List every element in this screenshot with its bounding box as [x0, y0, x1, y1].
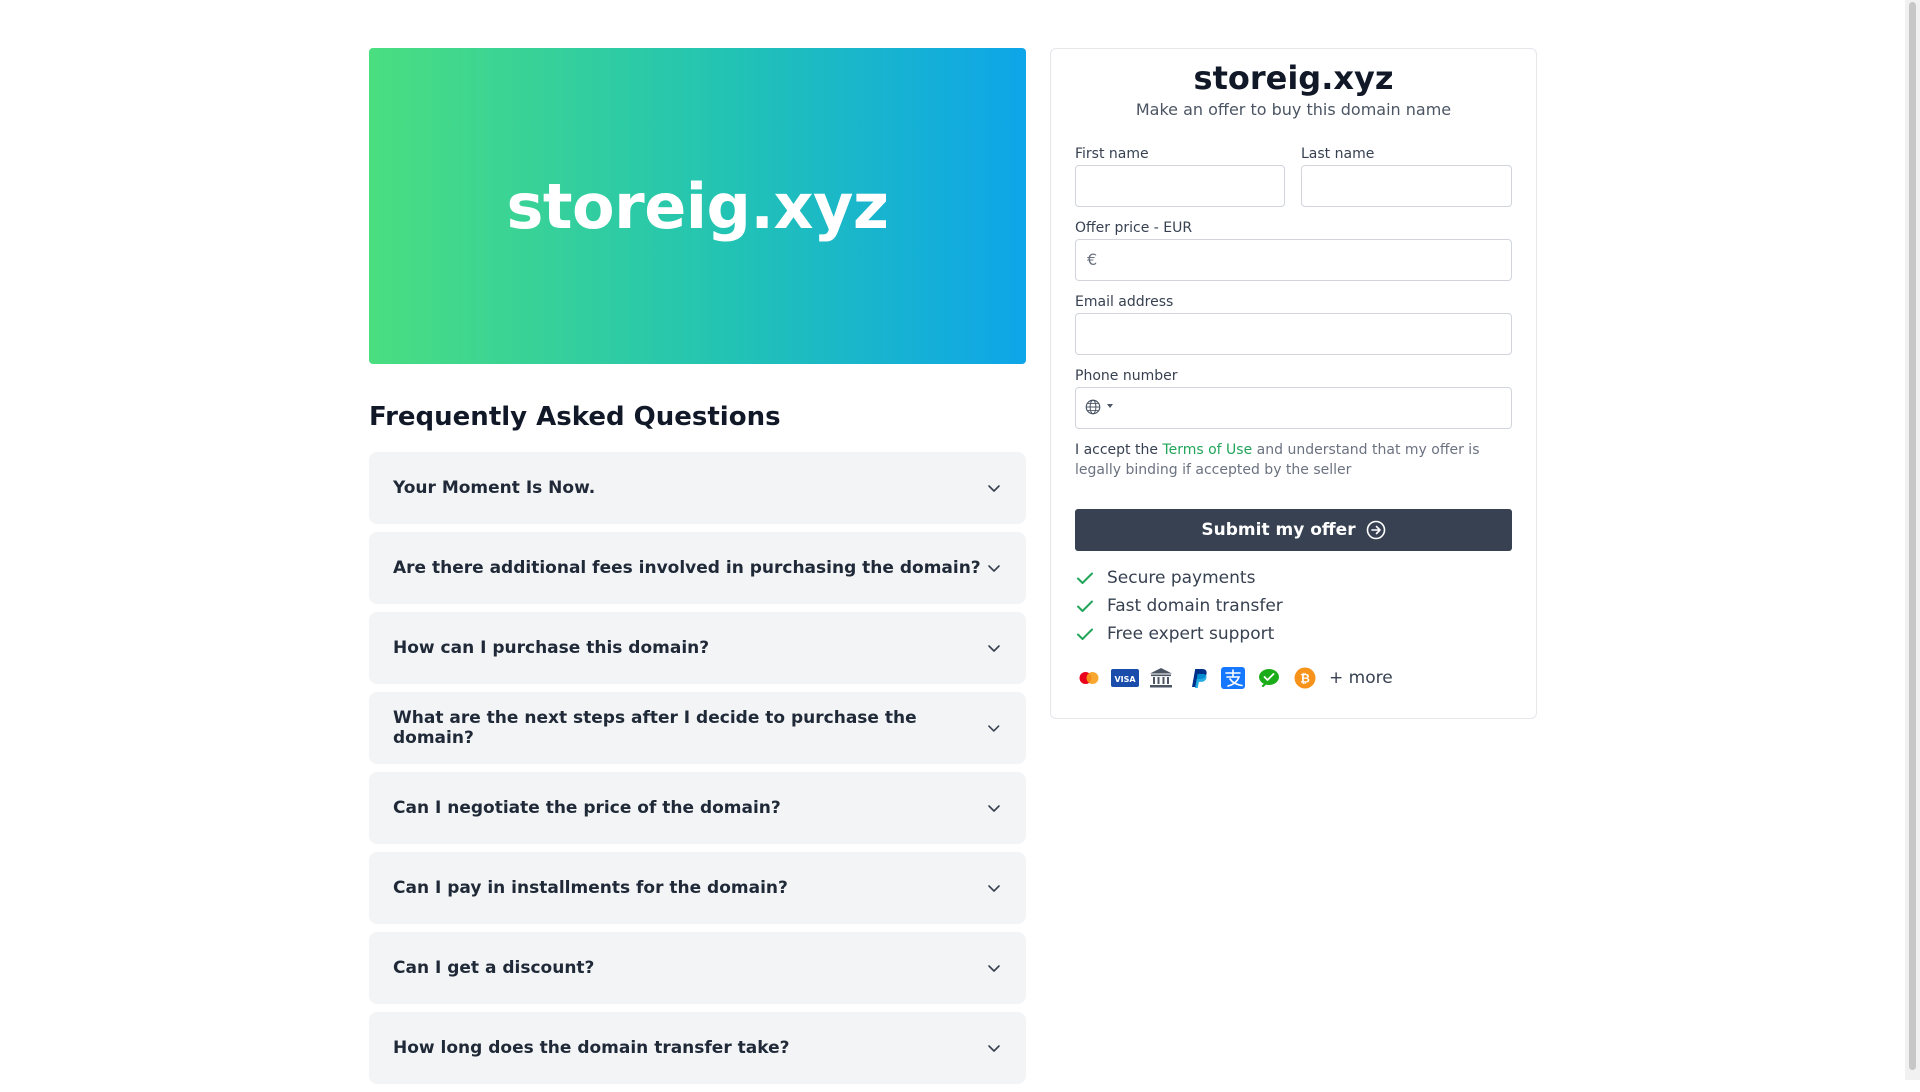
submit-offer-button[interactable]: Submit my offer	[1075, 509, 1512, 551]
svg-text:VISA: VISA	[1114, 675, 1136, 684]
phone-label: Phone number	[1075, 368, 1178, 384]
feature-item: Secure payments	[1075, 568, 1255, 588]
faq-item[interactable]: Can I pay in installments for the domain…	[369, 852, 1026, 924]
chevron-down-icon	[988, 1045, 1000, 1052]
faq-heading: Frequently Asked Questions	[369, 402, 781, 432]
bitcoin-icon: ₿	[1294, 667, 1316, 689]
more-payment-methods-link[interactable]: + more	[1329, 668, 1393, 688]
first-name-label: First name	[1075, 146, 1149, 162]
faq-list: Your Moment Is Now. Are there additional…	[369, 452, 1026, 1092]
terms-of-use-link[interactable]: Terms of Use	[1162, 442, 1252, 458]
feature-item: Fast domain transfer	[1075, 596, 1283, 616]
faq-question: How can I purchase this domain?	[393, 638, 710, 658]
visa-icon: VISA	[1111, 669, 1139, 687]
faq-item[interactable]: How long does the domain transfer take?	[369, 1012, 1026, 1084]
faq-item[interactable]: Your Moment Is Now.	[369, 452, 1026, 524]
wechat-pay-icon	[1259, 669, 1279, 688]
svg-text:₿: ₿	[1300, 672, 1310, 686]
feature-label: Fast domain transfer	[1107, 596, 1283, 616]
email-label: Email address	[1075, 294, 1174, 310]
faq-item[interactable]: What are the next steps after I decide t…	[369, 692, 1026, 764]
chevron-down-icon	[988, 725, 1000, 732]
domain-hero-banner: storeig.xyz	[369, 48, 1026, 364]
faq-question: Your Moment Is Now.	[393, 478, 596, 498]
faq-item[interactable]: Can I get a discount?	[369, 932, 1026, 1004]
vertical-scrollbar[interactable]	[1905, 0, 1920, 1080]
payment-methods: VISA ₿ + more	[1075, 667, 1393, 689]
chevron-down-icon	[988, 645, 1000, 652]
faq-question: Can I get a discount?	[393, 958, 595, 978]
feature-label: Secure payments	[1107, 568, 1256, 588]
faq-question: How long does the domain transfer take?	[393, 1038, 790, 1058]
hero-domain-title: storeig.xyz	[506, 169, 889, 243]
chevron-down-icon	[988, 805, 1000, 812]
phone-input[interactable]	[1075, 387, 1512, 429]
last-name-input[interactable]	[1301, 165, 1512, 207]
offer-price-input[interactable]	[1075, 239, 1512, 281]
check-icon	[1077, 600, 1093, 612]
check-icon	[1077, 628, 1093, 640]
email-input[interactable]	[1075, 313, 1512, 355]
euro-currency-icon: €	[1087, 250, 1098, 269]
arrow-circle-right-icon	[1366, 520, 1385, 540]
submit-offer-label: Submit my offer	[1201, 520, 1356, 540]
globe-icon[interactable]	[1084, 398, 1102, 416]
faq-question: Are there additional fees involved in pu…	[393, 558, 981, 578]
chevron-down-icon	[988, 885, 1000, 892]
last-name-label: Last name	[1301, 146, 1375, 162]
chevron-down-icon	[988, 565, 1000, 572]
feature-label: Free expert support	[1107, 624, 1275, 644]
offer-price-label: Offer price - EUR	[1075, 220, 1193, 236]
faq-item[interactable]: Are there additional fees involved in pu…	[369, 532, 1026, 604]
offer-domain-title: storeig.xyz	[1193, 59, 1394, 97]
faq-item[interactable]: How can I purchase this domain?	[369, 612, 1026, 684]
alipay-icon	[1221, 667, 1245, 689]
first-name-input[interactable]	[1075, 165, 1285, 207]
terms-prefix: I accept the	[1075, 442, 1158, 458]
country-dropdown-caret-icon[interactable]	[1107, 404, 1113, 408]
check-icon	[1077, 572, 1093, 584]
paypal-icon	[1192, 669, 1207, 688]
chevron-down-icon	[988, 965, 1000, 972]
faq-question: Can I negotiate the price of the domain?	[393, 798, 781, 818]
faq-item[interactable]: Can I negotiate the price of the domain?	[369, 772, 1026, 844]
feature-item: Free expert support	[1075, 624, 1274, 644]
page: storeig.xyz Frequently Asked Questions Y…	[0, 0, 1905, 1084]
scrollbar-thumb[interactable]	[1909, 2, 1916, 1070]
mastercard-icon	[1079, 672, 1099, 684]
terms-text: I accept the Terms of Use and understand…	[1075, 440, 1515, 480]
bank-transfer-icon	[1150, 668, 1172, 688]
faq-question: Can I pay in installments for the domain…	[393, 878, 788, 898]
offer-subtitle: Make an offer to buy this domain name	[1135, 100, 1452, 119]
faq-question: What are the next steps after I decide t…	[393, 708, 917, 748]
chevron-down-icon	[988, 485, 1000, 492]
